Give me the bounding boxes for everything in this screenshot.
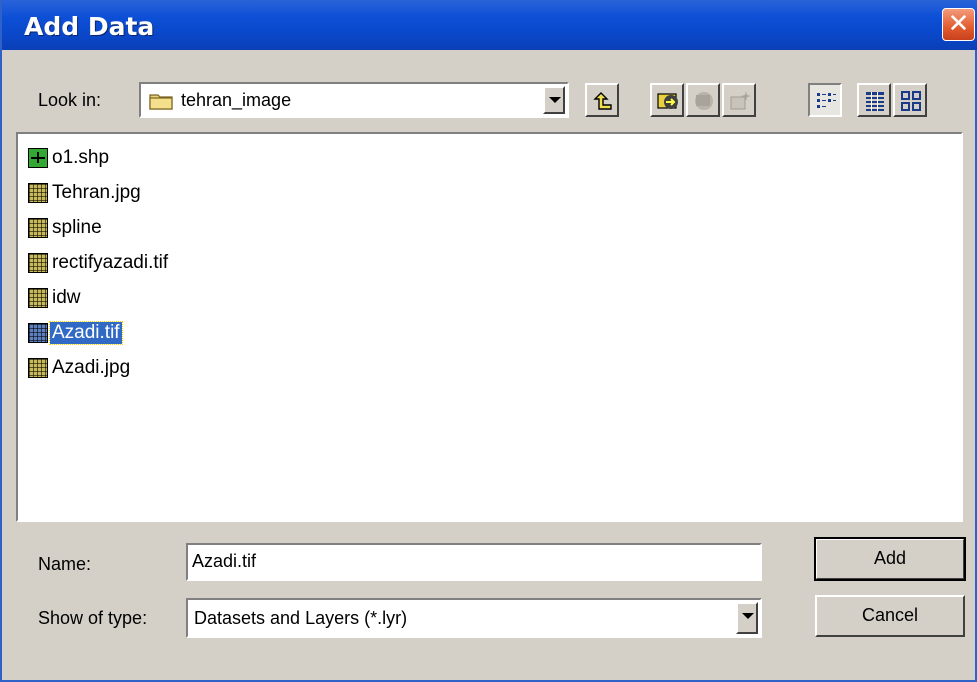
- folder-icon: [149, 94, 173, 110]
- raster-icon: [28, 218, 48, 238]
- close-button[interactable]: ✕: [942, 8, 975, 41]
- disconnect-folder-button[interactable]: [686, 83, 720, 117]
- thumbnails-view-icon: [901, 91, 921, 111]
- list-item-azadi-tif[interactable]: Azadi.tif: [28, 317, 123, 349]
- name-field[interactable]: Azadi.tif: [186, 543, 762, 581]
- close-icon: ✕: [947, 8, 970, 38]
- shapefile-icon: [28, 148, 48, 168]
- connect-to-folder-button[interactable]: [650, 83, 684, 117]
- connect-to-folder-icon: [657, 93, 678, 109]
- details-view-button[interactable]: [857, 83, 891, 117]
- title-bar[interactable]: Add Data ✕: [2, 0, 977, 50]
- new-item-button[interactable]: [722, 83, 756, 117]
- look-in-dropdown-arrow[interactable]: [543, 86, 565, 114]
- file-name: rectifyazadi.tif: [52, 252, 169, 273]
- new-item-icon: [730, 91, 751, 110]
- show-of-type-dropdown[interactable]: Datasets and Layers (*.lyr): [186, 598, 762, 638]
- disconnect-folder-icon: [695, 92, 713, 110]
- look-in-label: Look in:: [38, 90, 102, 110]
- add-data-dialog: Add Data ✕ Look in: tehran_image o1.shp …: [0, 0, 977, 682]
- list-view-button[interactable]: [808, 83, 842, 117]
- look-in-value: tehran_image: [181, 90, 292, 110]
- raster-icon: [28, 183, 48, 203]
- list-item-tehran-jpg[interactable]: Tehran.jpg: [28, 177, 143, 209]
- file-name: Azadi.tif: [49, 321, 123, 345]
- raster-icon: [28, 323, 48, 343]
- add-button[interactable]: Add: [814, 537, 966, 581]
- show-of-type-value: Datasets and Layers (*.lyr): [194, 608, 408, 628]
- list-item-spline[interactable]: spline: [28, 212, 104, 244]
- cancel-button[interactable]: Cancel: [815, 595, 965, 637]
- list-item-o1-shp[interactable]: o1.shp: [28, 142, 111, 174]
- file-list[interactable]: o1.shp Tehran.jpg spline rectifyazadi.ti…: [16, 132, 963, 522]
- up-one-level-icon: [593, 92, 612, 110]
- show-of-type-label: Show of type:: [38, 608, 148, 628]
- list-view-icon: [817, 93, 836, 108]
- dialog-title: Add Data: [24, 12, 155, 41]
- look-in-dropdown[interactable]: tehran_image: [139, 82, 569, 118]
- raster-icon: [28, 358, 48, 378]
- file-name: Tehran.jpg: [52, 182, 141, 203]
- file-name: idw: [52, 287, 81, 308]
- raster-icon: [28, 288, 48, 308]
- file-name: spline: [52, 217, 102, 238]
- list-item-idw[interactable]: idw: [28, 282, 83, 314]
- file-name: o1.shp: [52, 147, 110, 168]
- name-label: Name:: [38, 554, 92, 574]
- list-item-azadi-jpg[interactable]: Azadi.jpg: [28, 352, 132, 384]
- up-one-level-button[interactable]: [585, 83, 619, 117]
- raster-icon: [28, 253, 48, 273]
- list-item-rectifyazadi-tif[interactable]: rectifyazadi.tif: [28, 247, 170, 279]
- file-name: Azadi.jpg: [52, 357, 131, 378]
- show-of-type-dropdown-arrow[interactable]: [736, 602, 758, 634]
- thumbnails-view-button[interactable]: [893, 83, 927, 117]
- details-view-icon: [866, 92, 884, 111]
